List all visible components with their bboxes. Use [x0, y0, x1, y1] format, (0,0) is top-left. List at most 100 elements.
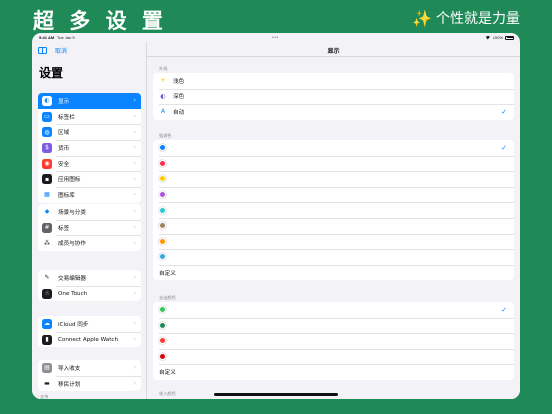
sidebar-item-tab-bar[interactable]: ▭ 标签栏 ›: [38, 109, 141, 125]
sidebar-item-import[interactable]: ▤ 导入收支 ›: [38, 360, 141, 376]
color-swatch: [159, 144, 166, 152]
currency-icon: $: [42, 142, 52, 153]
color-option[interactable]: [153, 233, 514, 250]
tab-bar-icon: ▭: [42, 111, 52, 122]
chevron-right-icon: ›: [133, 364, 136, 372]
sidebar-item-currency[interactable]: $ 货币 ›: [38, 140, 141, 156]
sidebar-item-members[interactable]: ⁂ 成员与协作 ›: [38, 235, 141, 251]
migration-icon: ▬: [42, 378, 52, 389]
sidebar-item-label: 货币: [58, 145, 70, 152]
sidebar-item-scene-category[interactable]: ◆ 场景与分类 ›: [38, 204, 141, 220]
custom-color-label: 自定义: [159, 370, 176, 377]
scene-category-icon: ◆: [42, 206, 52, 217]
sidebar-item-app-icon[interactable]: ▪ 应用图标 ›: [38, 171, 141, 187]
status-bar: 9:41 AM Tue Jan 9 ••• 100%: [32, 33, 520, 42]
battery-percent: 100%: [492, 35, 503, 40]
checkmark-icon: ✓: [501, 305, 507, 314]
sidebar-item-icloud[interactable]: ☁ iCloud 同步 ›: [38, 316, 141, 332]
icloud-icon: ☁: [42, 318, 52, 329]
color-option[interactable]: ✓: [153, 140, 514, 156]
chevron-right-icon: ›: [133, 380, 136, 388]
section-label-theme: 强调色: [159, 133, 172, 138]
sidebar-item-label: Connect Apple Watch: [58, 336, 119, 343]
chevron-right-icon: ›: [133, 239, 136, 247]
appearance-option-label: 深色: [173, 94, 185, 101]
chevron-right-icon: ›: [133, 160, 136, 168]
chevron-right-icon: ›: [133, 144, 136, 152]
sidebar-item-security[interactable]: ◉ 安全 ›: [38, 155, 141, 172]
nav-title: 显示: [327, 48, 340, 55]
sidebar-toggle-icon[interactable]: [38, 47, 47, 54]
color-option[interactable]: [153, 155, 514, 172]
cancel-button[interactable]: 取消: [55, 46, 67, 55]
appearance-option-label: 浅色: [173, 78, 185, 85]
color-swatch: [159, 206, 166, 214]
color-option[interactable]: [153, 348, 514, 365]
import-icon: ▤: [42, 362, 52, 373]
icon-library-icon: ▦: [42, 189, 52, 200]
color-option[interactable]: [153, 202, 514, 218]
sidebar-item-transaction-editor[interactable]: ✎ 交易编辑器 ›: [38, 270, 141, 286]
banner-slogan: ✨ 个性就是力量: [412, 8, 520, 28]
color-option[interactable]: [153, 186, 514, 203]
chevron-right-icon: ›: [133, 208, 136, 216]
custom-color-option[interactable]: 自定义: [153, 364, 514, 380]
slogan-text: 个性就是力量: [436, 11, 520, 27]
checkmark-icon: ✓: [501, 143, 507, 152]
section-label-expense: 支出颜色: [159, 295, 176, 300]
custom-color-option[interactable]: 自定义: [153, 264, 514, 281]
color-swatch: [159, 321, 166, 329]
appearance-option[interactable]: ☀ 浅色: [153, 73, 514, 89]
color-swatch: [159, 191, 166, 199]
display-settings-panel: 显示 外观 ☀ 浅色 ◐ 深色 A 自动 ✓ 强调色 ✓ 自定义 支出颜色 ✓ 自定义 收入颜色: [147, 42, 520, 399]
wifi-icon: [484, 35, 491, 40]
sidebar-item-tag[interactable]: # 标签 ›: [38, 219, 141, 236]
checkmark-icon: ✓: [501, 107, 507, 116]
transaction-editor-icon: ✎: [42, 272, 52, 283]
sparkle-icon: ✨: [412, 8, 432, 28]
sidebar-item-label: 标签栏: [58, 114, 75, 121]
sidebar-group: ◆ 场景与分类 › # 标签 › ⁂ 成员与协作 ›: [38, 204, 141, 252]
sidebar-item-label: 导入收支: [58, 365, 81, 372]
members-icon: ⁂: [42, 238, 52, 249]
sidebar-group: ✎ 交易编辑器 › ☝ One Touch ›: [38, 270, 141, 302]
chevron-right-icon: ›: [133, 224, 136, 232]
sidebar-item-label: 场景与分类: [58, 209, 86, 216]
sidebar-group: ☁ iCloud 同步 › ▮ Connect Apple Watch ›: [38, 316, 141, 348]
status-date: Tue Jan 9: [57, 35, 75, 40]
sidebar-item-display[interactable]: ◐ 显示 ›: [38, 93, 141, 109]
sidebar-item-apple-watch[interactable]: ▮ Connect Apple Watch ›: [38, 331, 141, 348]
appearance-option[interactable]: A 自动 ✓: [153, 104, 514, 120]
theme-color-card: ✓ 自定义: [153, 140, 514, 281]
sidebar-item-icon-library[interactable]: ▦ 图标库 ›: [38, 187, 141, 203]
color-option[interactable]: [153, 317, 514, 334]
one-touch-icon: ☝: [42, 288, 52, 299]
color-option[interactable]: [153, 171, 514, 187]
sidebar-item-label: 显示: [58, 98, 70, 105]
sidebar-item-label: 成员与协作: [58, 241, 86, 248]
moon-icon: ◐: [160, 92, 166, 100]
color-swatch: [159, 159, 166, 167]
color-swatch: [159, 222, 166, 230]
app-icon-icon: ▪: [42, 174, 52, 185]
color-option[interactable]: [153, 333, 514, 349]
auto-icon: A: [160, 108, 166, 116]
settings-sidebar: 取消 设置 ◐ 显示 › ▭ 标签栏 › ◍ 区域 › $ 货币 › ◉ 安全 › ▪ 应用图标 › ▦ 图标库 › ◆ 场…: [32, 42, 147, 399]
chevron-right-icon: ›: [133, 274, 136, 282]
tag-icon: #: [42, 222, 52, 233]
sidebar-item-migration[interactable]: ▬ 移民计划 ›: [38, 375, 141, 392]
multitasking-dots[interactable]: •••: [272, 35, 279, 41]
sidebar-item-globe[interactable]: ◍ 区域 ›: [38, 124, 141, 140]
sidebar-group: ▤ 导入收支 › ▬ 移民计划 ›: [38, 360, 141, 392]
color-option[interactable]: [153, 249, 514, 265]
chevron-right-icon: ›: [133, 290, 136, 298]
appearance-card: ☀ 浅色 ◐ 深色 A 自动 ✓: [153, 73, 514, 120]
sidebar-item-one-touch[interactable]: ☝ One Touch ›: [38, 285, 141, 302]
section-label-income: 收入颜色: [159, 391, 176, 396]
color-option[interactable]: [153, 217, 514, 234]
section-label-appearance: 外观: [159, 66, 168, 71]
color-option[interactable]: ✓: [153, 302, 514, 318]
sidebar-item-label: iCloud 同步: [58, 321, 89, 328]
chevron-right-icon: ›: [133, 175, 136, 183]
appearance-option[interactable]: ◐ 深色: [153, 88, 514, 105]
